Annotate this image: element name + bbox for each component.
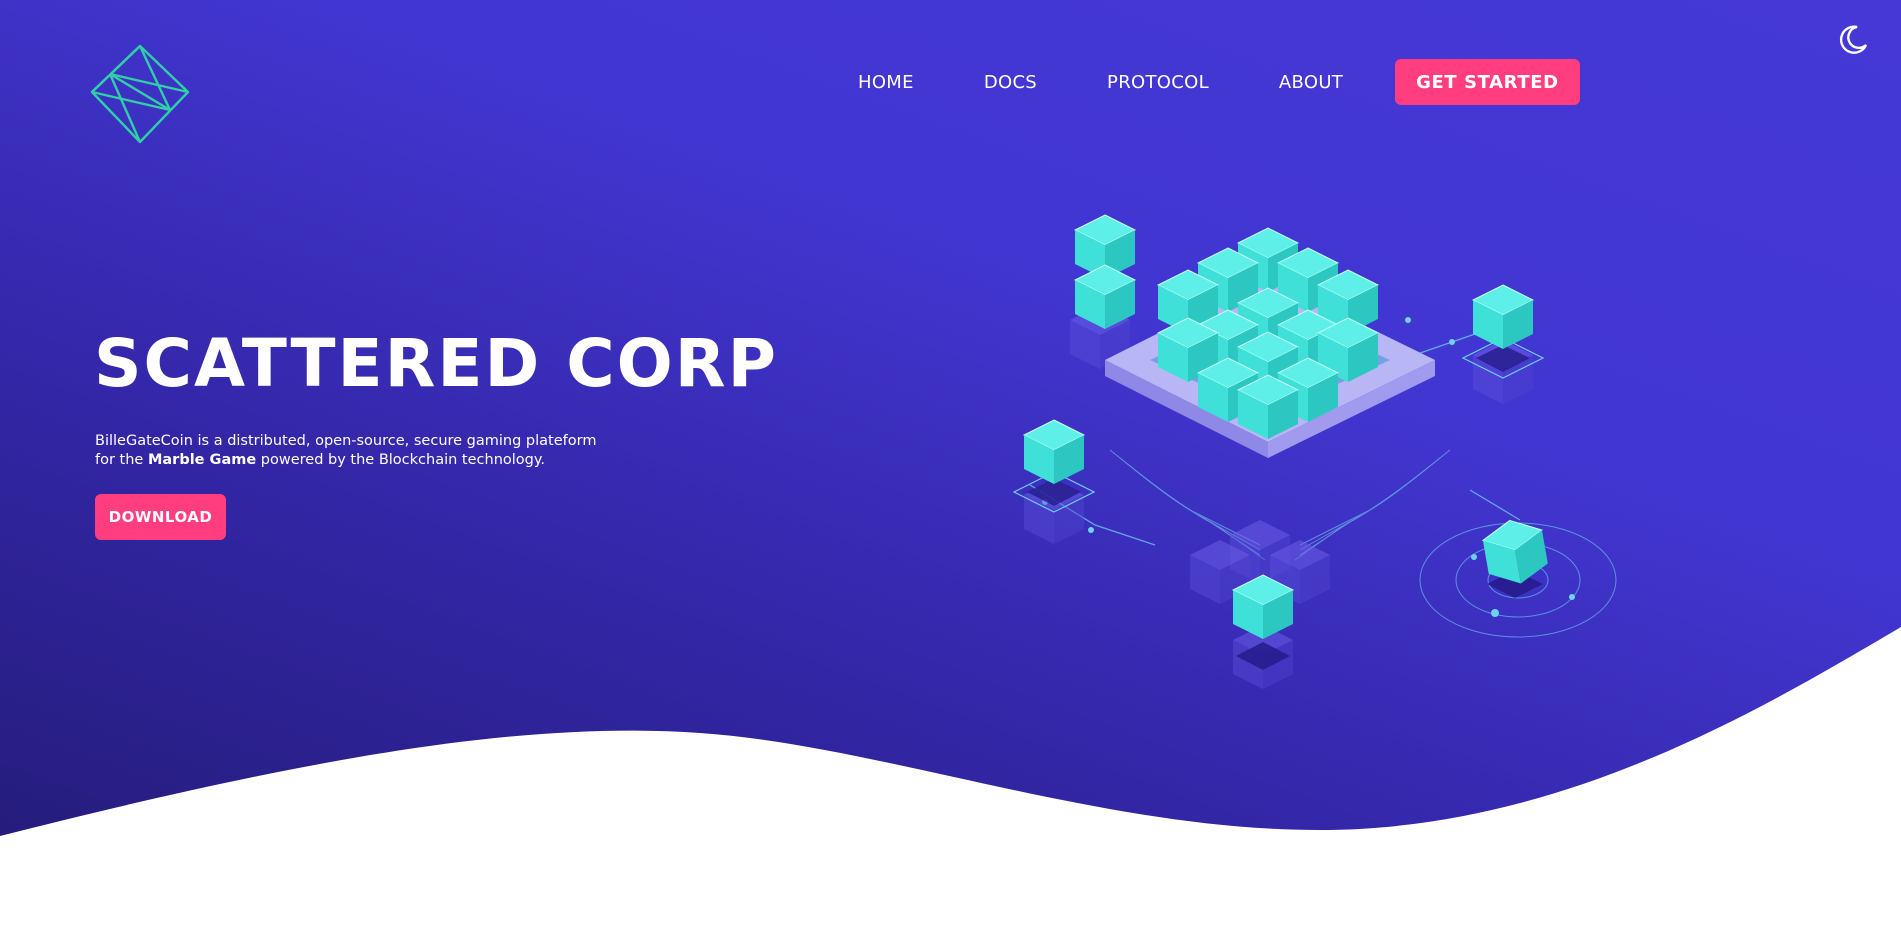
download-button[interactable]: DOWNLOAD: [95, 494, 226, 540]
nav-docs[interactable]: DOCS: [984, 72, 1037, 93]
blockchain-cubes-illustration: [1012, 214, 1617, 689]
page-title: SCATTERED CORP: [94, 325, 778, 402]
octahedron-logo-icon[interactable]: [88, 42, 192, 146]
get-started-button[interactable]: GET STARTED: [1395, 59, 1580, 105]
nav-home[interactable]: HOME: [858, 72, 914, 93]
moon-icon[interactable]: [1836, 23, 1870, 57]
description-tail: powered by the Blockchain technology.: [256, 452, 545, 468]
main-nav: HOME DOCS PROTOCOL ABOUT GET STARTED: [858, 58, 1580, 106]
hero-description: BilleGateCoin is a distributed, open-sou…: [95, 432, 615, 470]
nav-protocol[interactable]: PROTOCOL: [1107, 72, 1209, 93]
description-bold: Marble Game: [147, 452, 257, 468]
nav-about[interactable]: ABOUT: [1279, 72, 1343, 93]
